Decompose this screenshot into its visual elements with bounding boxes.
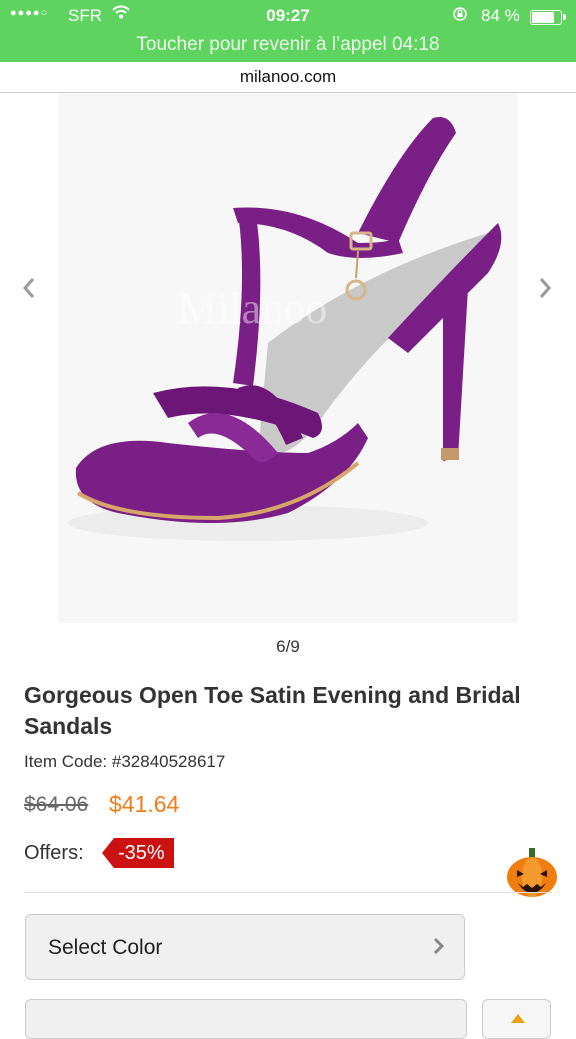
return-to-call-banner[interactable]: Toucher pour revenir à l’appel 04:18	[0, 34, 576, 56]
select-color-label: Select Color	[48, 936, 163, 959]
watermark: Milanoo	[178, 284, 328, 333]
select-size-button[interactable]	[25, 999, 467, 1039]
discount-badge: -35%	[102, 838, 174, 868]
prev-image-button[interactable]	[18, 273, 40, 311]
orientation-lock-icon	[452, 6, 468, 26]
url-text: milanoo.com	[239, 67, 337, 86]
item-code: Item Code: #32840528617	[24, 752, 226, 771]
arrow-up-icon	[511, 1014, 525, 1023]
offers-label: Offers:	[24, 842, 84, 864]
next-image-button[interactable]	[534, 273, 556, 311]
status-bar: ●●●●○ SFR 09:27 84 % Toucher pour reveni…	[0, 0, 576, 62]
chevron-right-icon	[539, 278, 552, 298]
battery-icon	[530, 10, 566, 25]
battery-percent: 84 %	[481, 6, 520, 25]
chevron-right-icon	[432, 934, 446, 965]
image-counter: 6/9	[276, 637, 300, 656]
scroll-to-top-button[interactable]	[482, 999, 551, 1039]
product-photo[interactable]: Milanoo	[58, 93, 518, 623]
sale-price: $41.64	[109, 791, 180, 817]
original-price: $64.06	[24, 793, 89, 816]
chevron-left-icon	[22, 278, 35, 298]
select-color-button[interactable]: Select Color	[25, 914, 465, 980]
discount-text: -35%	[118, 842, 165, 864]
sandal-image	[68, 117, 502, 541]
product-title: Gorgeous Open Toe Satin Evening and Brid…	[24, 682, 521, 739]
url-bar[interactable]: milanoo.com	[0, 62, 576, 93]
product-gallery[interactable]: Milanoo	[0, 93, 576, 623]
divider	[24, 892, 552, 893]
